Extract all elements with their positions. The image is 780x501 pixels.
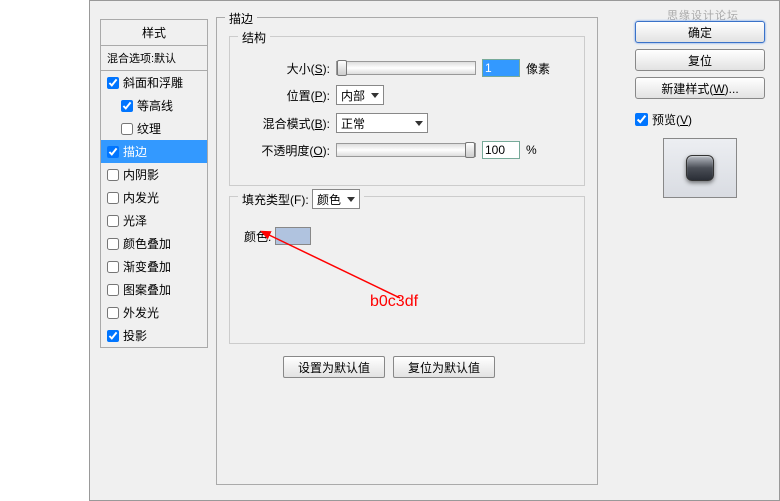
style-checkbox[interactable] <box>107 77 119 89</box>
preview-thumbnail-icon <box>686 155 714 181</box>
cancel-button[interactable]: 复位 <box>635 49 765 71</box>
blend-options-item[interactable]: 混合选项:默认 <box>101 46 207 71</box>
blend-mode-label: 混合模式(B): <box>240 115 330 132</box>
style-item-10[interactable]: 外发光 <box>101 301 207 324</box>
set-default-button[interactable]: 设置为默认值 <box>283 356 385 378</box>
size-label: 大小(S): <box>240 60 330 77</box>
structure-title: 结构 <box>238 29 270 46</box>
reset-default-button[interactable]: 复位为默认值 <box>393 356 495 378</box>
style-item-label: 投影 <box>123 327 147 344</box>
preview-checkbox[interactable] <box>635 113 648 126</box>
opacity-input[interactable] <box>482 141 520 159</box>
color-label: 颜色: <box>244 228 271 245</box>
style-item-label: 等高线 <box>137 97 173 114</box>
style-item-label: 描边 <box>123 143 147 160</box>
style-item-label: 光泽 <box>123 212 147 229</box>
style-checkbox[interactable] <box>107 169 119 181</box>
style-checkbox[interactable] <box>107 284 119 296</box>
detail-title: 描边 <box>225 10 257 27</box>
opacity-slider[interactable] <box>336 143 476 157</box>
right-column: 确定 复位 新建样式(W)... 预览(V) <box>635 21 765 198</box>
size-input[interactable] <box>482 59 520 77</box>
style-item-label: 内阴影 <box>123 166 159 183</box>
style-item-1[interactable]: 等高线 <box>101 94 207 117</box>
style-item-2[interactable]: 纹理 <box>101 117 207 140</box>
ok-button[interactable]: 确定 <box>635 21 765 43</box>
fill-type-select[interactable]: 颜色 <box>312 189 360 209</box>
new-style-button[interactable]: 新建样式(W)... <box>635 77 765 99</box>
chevron-down-icon <box>371 93 379 98</box>
size-unit: 像素 <box>526 60 550 77</box>
style-item-label: 外发光 <box>123 304 159 321</box>
style-item-label: 图案叠加 <box>123 281 171 298</box>
styles-header: 样式 <box>101 20 207 46</box>
style-checkbox[interactable] <box>121 123 133 135</box>
chevron-down-icon <box>415 121 423 126</box>
style-item-0[interactable]: 斜面和浮雕 <box>101 71 207 94</box>
style-item-3[interactable]: 描边 <box>101 140 207 163</box>
style-checkbox[interactable] <box>107 261 119 273</box>
style-checkbox[interactable] <box>107 330 119 342</box>
layer-style-dialog: 思缘设计论坛 样式 混合选项:默认 斜面和浮雕等高线纹理描边内阴影内发光光泽颜色… <box>89 0 780 501</box>
style-checkbox[interactable] <box>121 100 133 112</box>
style-item-label: 纹理 <box>137 120 161 137</box>
style-item-6[interactable]: 光泽 <box>101 209 207 232</box>
style-checkbox[interactable] <box>107 192 119 204</box>
blend-mode-select[interactable]: 正常 <box>336 113 428 133</box>
style-item-4[interactable]: 内阴影 <box>101 163 207 186</box>
structure-group: 结构 大小(S): 像素 位置(P): 内部 混合模式(B): <box>229 36 585 186</box>
style-item-11[interactable]: 投影 <box>101 324 207 347</box>
preview-checkbox-row[interactable]: 预览(V) <box>635 111 765 128</box>
position-select[interactable]: 内部 <box>336 85 384 105</box>
size-slider[interactable] <box>336 61 476 75</box>
style-checkbox[interactable] <box>107 238 119 250</box>
color-swatch[interactable] <box>275 227 311 245</box>
fill-type-title: 填充类型(F): 颜色 <box>238 189 364 209</box>
style-item-5[interactable]: 内发光 <box>101 186 207 209</box>
style-item-9[interactable]: 图案叠加 <box>101 278 207 301</box>
chevron-down-icon <box>347 197 355 202</box>
styles-list-panel: 样式 混合选项:默认 斜面和浮雕等高线纹理描边内阴影内发光光泽颜色叠加渐变叠加图… <box>100 19 208 348</box>
style-item-label: 渐变叠加 <box>123 258 171 275</box>
style-checkbox[interactable] <box>107 307 119 319</box>
opacity-unit: % <box>526 143 537 157</box>
style-item-label: 斜面和浮雕 <box>123 74 183 91</box>
opacity-label: 不透明度(O): <box>240 142 330 159</box>
stroke-detail-panel: 描边 结构 大小(S): 像素 位置(P): 内部 混合模式(B): <box>216 17 598 485</box>
style-item-7[interactable]: 颜色叠加 <box>101 232 207 255</box>
fill-type-group: 填充类型(F): 颜色 颜色: <box>229 196 585 344</box>
position-label: 位置(P): <box>240 87 330 104</box>
preview-box <box>663 138 737 198</box>
style-checkbox[interactable] <box>107 146 119 158</box>
style-item-label: 内发光 <box>123 189 159 206</box>
style-checkbox[interactable] <box>107 215 119 227</box>
style-item-8[interactable]: 渐变叠加 <box>101 255 207 278</box>
style-item-label: 颜色叠加 <box>123 235 171 252</box>
color-annotation: b0c3df <box>370 293 418 311</box>
